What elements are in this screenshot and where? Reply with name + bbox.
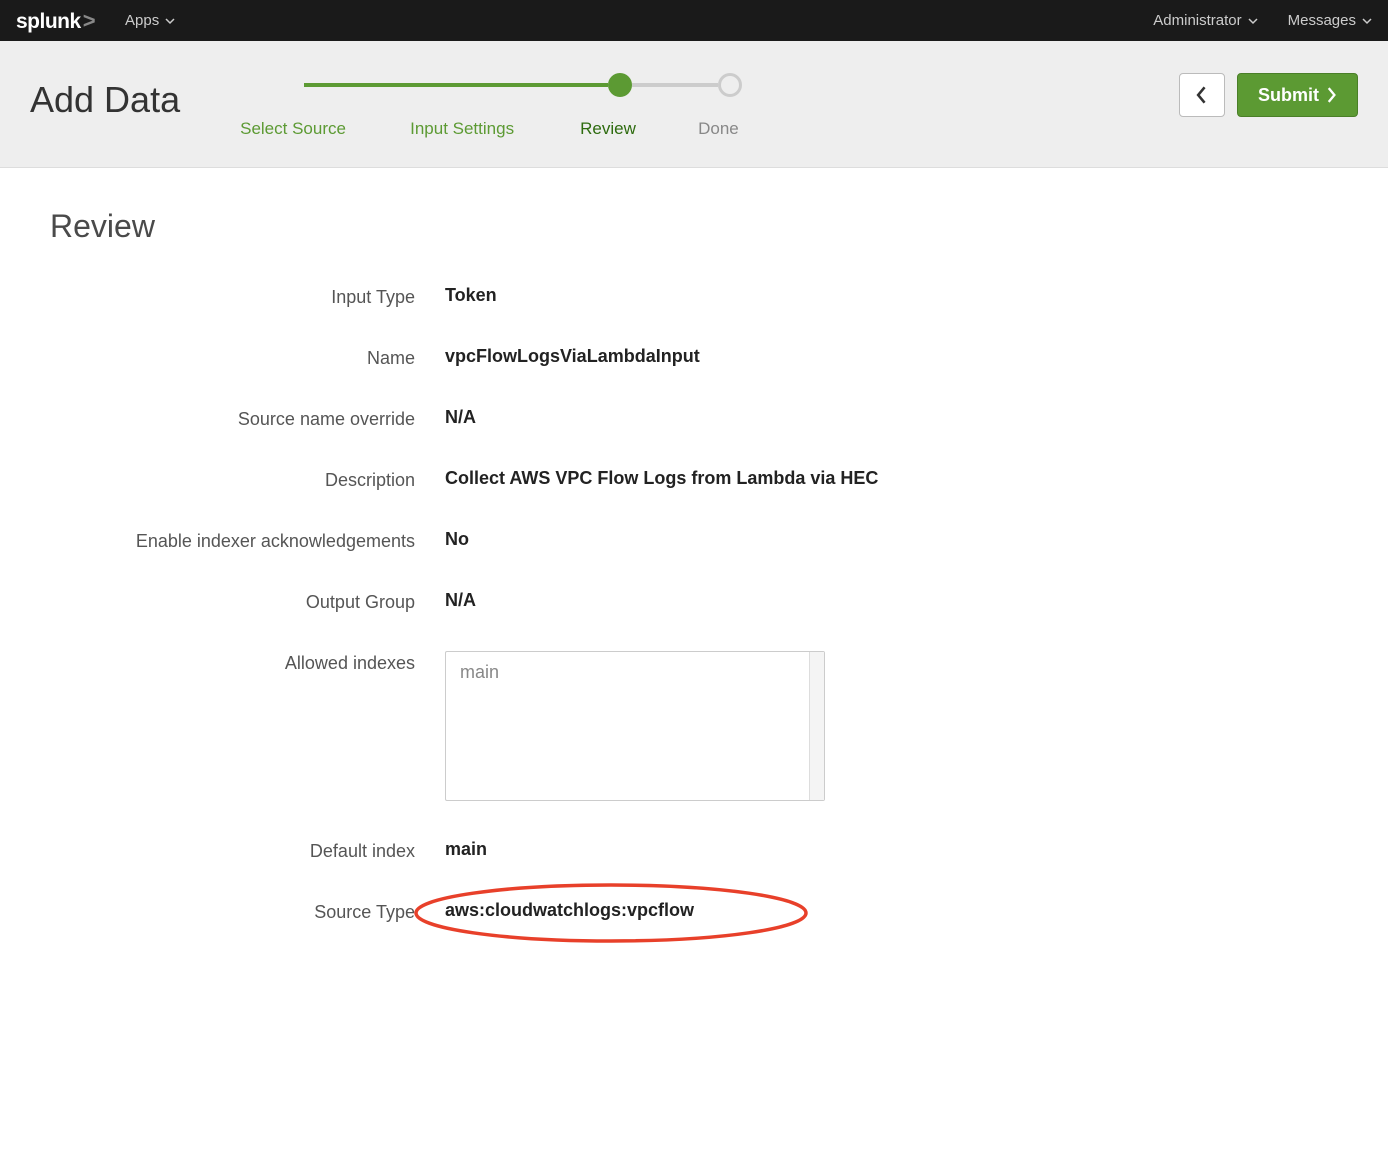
review-value: N/A bbox=[445, 407, 476, 428]
logo-text: splunk bbox=[16, 10, 81, 34]
review-label: Source name override bbox=[50, 407, 445, 430]
review-row-name: Name vpcFlowLogsViaLambdaInput bbox=[50, 346, 1338, 369]
topnav-left: splunk> Apps bbox=[16, 8, 175, 34]
allowed-indexes-value: main bbox=[460, 662, 499, 682]
chevron-left-icon bbox=[1195, 86, 1209, 104]
administrator-menu-label: Administrator bbox=[1153, 12, 1241, 29]
review-value: N/A bbox=[445, 590, 476, 611]
topnav-right: Administrator Messages bbox=[1153, 12, 1372, 29]
logo[interactable]: splunk> bbox=[16, 8, 95, 34]
chevron-right-icon bbox=[1325, 87, 1337, 103]
main-content: Review Input Type Token Name vpcFlowLogs… bbox=[0, 168, 1388, 1021]
review-value: No bbox=[445, 529, 469, 550]
review-label: Name bbox=[50, 346, 445, 369]
step-line bbox=[304, 83, 460, 87]
review-label: Default index bbox=[50, 839, 445, 862]
chevron-down-icon bbox=[1362, 16, 1372, 26]
stepper: Select Source Input Settings Review Done bbox=[240, 73, 778, 139]
messages-menu[interactable]: Messages bbox=[1288, 12, 1372, 29]
subheader-actions: Submit bbox=[1179, 73, 1358, 117]
step-label-done: Done bbox=[698, 119, 778, 139]
review-label: Output Group bbox=[50, 590, 445, 613]
review-row-enable-ack: Enable indexer acknowledgements No bbox=[50, 529, 1338, 552]
highlighted-value-wrapper: aws:cloudwatchlogs:vpcflow bbox=[445, 900, 694, 921]
apps-menu-label: Apps bbox=[125, 12, 159, 29]
chevron-down-icon bbox=[165, 16, 175, 26]
review-row-allowed-indexes: Allowed indexes main bbox=[50, 651, 1338, 801]
review-heading: Review bbox=[50, 208, 1338, 245]
review-value: vpcFlowLogsViaLambdaInput bbox=[445, 346, 700, 367]
review-value: Collect AWS VPC Flow Logs from Lambda vi… bbox=[445, 468, 878, 489]
step-line-incomplete bbox=[632, 83, 718, 87]
review-row-input-type: Input Type Token bbox=[50, 285, 1338, 308]
submit-button-label: Submit bbox=[1258, 85, 1319, 106]
page-title: Add Data bbox=[30, 79, 180, 121]
step-label-select-source[interactable]: Select Source bbox=[240, 119, 410, 139]
topnav: splunk> Apps Administrator Messages bbox=[0, 0, 1388, 41]
review-row-output-group: Output Group N/A bbox=[50, 590, 1338, 613]
review-label: Enable indexer acknowledgements bbox=[50, 529, 445, 552]
apps-menu[interactable]: Apps bbox=[125, 12, 175, 29]
chevron-down-icon bbox=[1248, 16, 1258, 26]
review-value: main bbox=[445, 839, 487, 860]
submit-button[interactable]: Submit bbox=[1237, 73, 1358, 117]
review-value: aws:cloudwatchlogs:vpcflow bbox=[445, 900, 694, 921]
step-line bbox=[460, 83, 608, 87]
allowed-indexes-listbox[interactable]: main bbox=[445, 651, 825, 801]
back-button[interactable] bbox=[1179, 73, 1225, 117]
step-dot-future bbox=[718, 73, 742, 97]
step-label-review[interactable]: Review bbox=[580, 119, 690, 139]
review-label: Input Type bbox=[50, 285, 445, 308]
review-value: Token bbox=[445, 285, 497, 306]
step-dot-current bbox=[608, 73, 632, 97]
administrator-menu[interactable]: Administrator bbox=[1153, 12, 1257, 29]
review-row-default-index: Default index main bbox=[50, 839, 1338, 862]
logo-angle-icon: > bbox=[83, 8, 95, 34]
step-label-input-settings[interactable]: Input Settings bbox=[410, 119, 580, 139]
review-row-description: Description Collect AWS VPC Flow Logs fr… bbox=[50, 468, 1338, 491]
subheader: Add Data Select Source Input Settings Re… bbox=[0, 41, 1388, 168]
messages-menu-label: Messages bbox=[1288, 12, 1356, 29]
review-label: Description bbox=[50, 468, 445, 491]
review-label: Source Type bbox=[50, 900, 445, 923]
review-row-source-name-override: Source name override N/A bbox=[50, 407, 1338, 430]
review-label: Allowed indexes bbox=[50, 651, 445, 674]
stepper-track bbox=[240, 73, 778, 97]
review-row-source-type: Source Type aws:cloudwatchlogs:vpcflow bbox=[50, 900, 1338, 923]
stepper-labels: Select Source Input Settings Review Done bbox=[240, 107, 778, 139]
